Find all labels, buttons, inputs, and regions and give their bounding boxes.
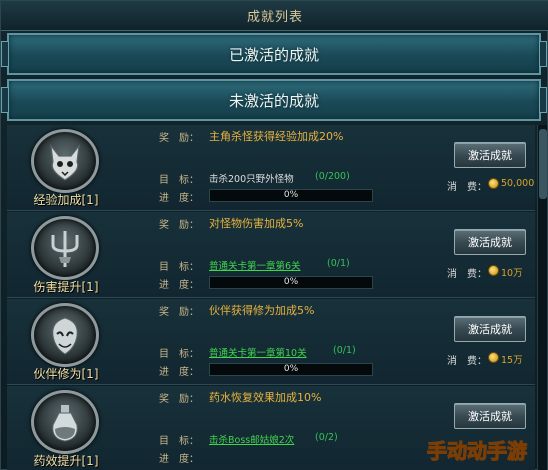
target-count: (0/1) bbox=[333, 345, 356, 356]
reward-label: 奖 励： bbox=[159, 307, 199, 318]
inactive-achievements-header[interactable]: 未激活的成就 bbox=[1, 79, 547, 121]
progress-label: 进 度： bbox=[159, 280, 199, 291]
watermark-logo: 手动动手游 bbox=[413, 435, 541, 465]
target-label: 目 标： bbox=[159, 349, 199, 360]
coin-icon bbox=[488, 178, 499, 189]
achievement-window: 成就列表 已激活的成就 未激活的成就 经验加成[1] 奖 励： 主角杀怪获得经验… bbox=[0, 0, 548, 470]
scrollbar-thumb[interactable] bbox=[539, 129, 547, 199]
progress-label: 进 度： bbox=[159, 454, 199, 465]
target-link[interactable]: 普通关卡第一章第6关 bbox=[209, 258, 301, 272]
achievement-row: 伙伴修为[1] 奖 励： 伙伴获得修为加成5% 目 标： 普通关卡第一章第10关… bbox=[7, 299, 535, 385]
achievement-name: 经验加成[1] bbox=[33, 193, 99, 207]
wolf-skull-icon bbox=[31, 129, 99, 193]
active-achievements-header[interactable]: 已激活的成就 bbox=[1, 33, 547, 75]
target-text: 击杀200只野外怪物 bbox=[209, 174, 294, 185]
activate-achievement-button[interactable]: 激活成就 bbox=[454, 403, 526, 429]
potion-icon bbox=[31, 390, 99, 454]
achievement-name: 伙伴修为[1] bbox=[33, 367, 99, 381]
title-bar: 成就列表 bbox=[1, 1, 548, 31]
cost-value: 10万 bbox=[501, 268, 523, 279]
inactive-achievements-label: 未激活的成就 bbox=[228, 91, 319, 110]
achievement-name: 伤害提升[1] bbox=[33, 280, 99, 294]
target-count: (0/200) bbox=[315, 171, 350, 182]
reward-label: 奖 励： bbox=[159, 220, 199, 231]
progress-bar: 0% bbox=[209, 276, 373, 289]
reward-text: 主角杀怪获得经验加成20% bbox=[209, 130, 344, 143]
progress-text: 0% bbox=[283, 364, 299, 374]
reward-label: 奖 励： bbox=[159, 394, 199, 405]
reward-text: 对怪物伤害加成5% bbox=[209, 217, 304, 230]
activate-achievement-button[interactable]: 激活成就 bbox=[454, 316, 526, 342]
scrollbar[interactable] bbox=[537, 125, 547, 470]
target-label: 目 标： bbox=[159, 436, 199, 447]
progress-label: 进 度： bbox=[159, 193, 199, 204]
reward-text: 伙伴获得修为加成5% bbox=[209, 304, 315, 317]
progress-text: 0% bbox=[283, 190, 299, 200]
coin-icon bbox=[488, 352, 499, 363]
target-link[interactable]: 击杀Boss邮姑娘2次 bbox=[209, 432, 294, 446]
reward-text: 药水恢复效果加成10% bbox=[209, 391, 322, 404]
cost-label: 消 费： bbox=[447, 356, 487, 367]
spirit-head-icon bbox=[31, 303, 99, 367]
activate-achievement-button[interactable]: 激活成就 bbox=[454, 142, 526, 168]
target-label: 目 标： bbox=[159, 262, 199, 273]
progress-label: 进 度： bbox=[159, 367, 199, 378]
cost-value: 15万 bbox=[501, 355, 523, 366]
cost-value: 50,000 bbox=[501, 178, 535, 189]
achievement-row: 经验加成[1] 奖 励： 主角杀怪获得经验加成20% 目 标： 击杀200只野外… bbox=[7, 125, 535, 211]
window-title: 成就列表 bbox=[246, 10, 303, 25]
cost-label: 消 费： bbox=[447, 182, 487, 193]
achievement-row: 伤害提升[1] 奖 励： 对怪物伤害加成5% 目 标： 普通关卡第一章第6关 (… bbox=[7, 212, 535, 298]
coin-icon bbox=[488, 265, 499, 276]
target-count: (0/2) bbox=[315, 432, 338, 443]
progress-text: 0% bbox=[283, 277, 299, 287]
achievement-name: 药效提升[1] bbox=[33, 454, 99, 468]
progress-bar: 0% bbox=[209, 363, 373, 376]
target-label: 目 标： bbox=[159, 175, 199, 186]
active-achievements-label: 已激活的成就 bbox=[228, 45, 319, 64]
target-link[interactable]: 普通关卡第一章第10关 bbox=[209, 345, 307, 359]
progress-bar: 0% bbox=[209, 189, 373, 202]
achievement-list: 经验加成[1] 奖 励： 主角杀怪获得经验加成20% 目 标： 击杀200只野外… bbox=[7, 125, 535, 470]
watermark-text: 手动动手游 bbox=[427, 439, 527, 463]
target-count: (0/1) bbox=[327, 258, 350, 269]
activate-achievement-button[interactable]: 激活成就 bbox=[454, 229, 526, 255]
trident-icon bbox=[31, 216, 99, 280]
cost-label: 消 费： bbox=[447, 269, 487, 280]
reward-label: 奖 励： bbox=[159, 133, 199, 144]
